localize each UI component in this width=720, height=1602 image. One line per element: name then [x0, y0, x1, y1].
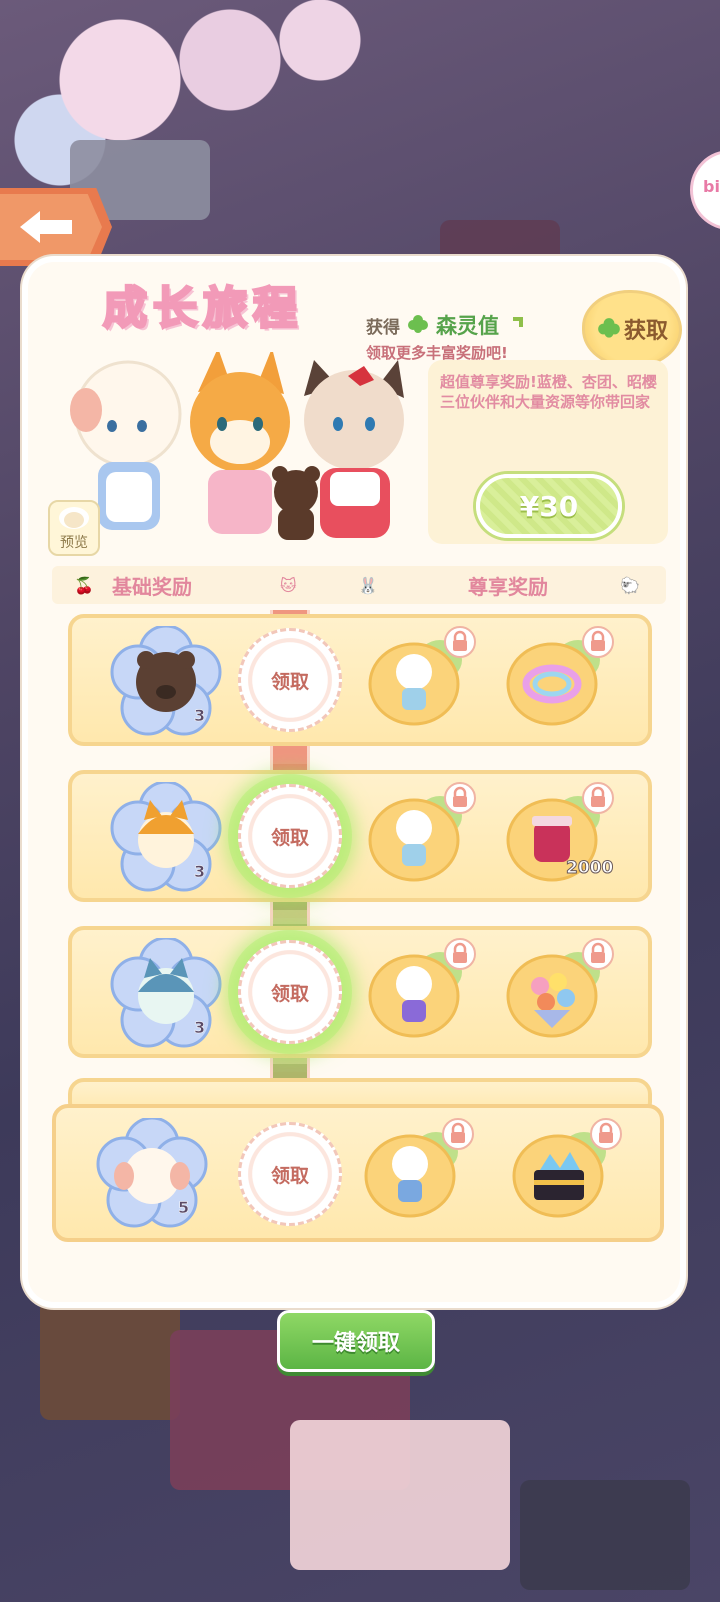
fox-character: [190, 352, 290, 534]
basic-reward-quantity: 3: [194, 1018, 206, 1038]
reward-row: 3 领取: [68, 614, 652, 746]
event-logo: 成长旅程: [102, 282, 303, 336]
hero-characters-illustration: [70, 352, 404, 540]
claim-button[interactable]: 领取: [238, 1122, 342, 1226]
lock-icon: [582, 626, 614, 658]
claim-button[interactable]: 领取: [238, 940, 342, 1044]
reward-row: 3 领取: [68, 926, 652, 1058]
bunny-face-icon: 🐰: [358, 575, 378, 595]
collect-all-button[interactable]: 一键领取: [277, 1310, 435, 1372]
lock-icon: [444, 626, 476, 658]
lock-icon: [582, 782, 614, 814]
lock-icon: [442, 1118, 474, 1150]
purchase-price-button[interactable]: ¥30: [476, 474, 622, 538]
tier-basic-label: 基础奖励: [112, 574, 192, 599]
flower-frame-icon: [110, 938, 222, 1048]
reward-row: 3 领取 2000: [68, 770, 652, 902]
back-arrow-icon: [20, 211, 72, 243]
cat-face-icon: 🐱: [280, 575, 297, 595]
cherry-icon: 🍒: [74, 575, 94, 595]
up-arrow-icon: [508, 317, 523, 332]
claim-button[interactable]: 领取: [238, 628, 342, 732]
tier-header: 🍒 基础奖励 🐱 🐰 尊享奖励 🐑: [52, 566, 666, 604]
tier-premium-label: 尊享奖励: [468, 574, 548, 599]
flower-frame-icon: [110, 626, 222, 736]
sheep-face-icon: 🐑: [620, 575, 640, 595]
earn-value-name: 森灵值: [436, 314, 499, 338]
premium-reward-count: 2000: [565, 858, 614, 879]
shop-building: [40, 1300, 180, 1420]
lock-icon: [582, 938, 614, 970]
description-text: 超值尊享奖励!蓝橙、杏团、昭樱三位伙伴和大量资源等你带回家: [440, 373, 657, 411]
lock-icon: [444, 782, 476, 814]
earn-prefix: 获得: [366, 317, 400, 338]
dark-roof: [520, 1480, 690, 1590]
get-value-button[interactable]: 获取: [582, 290, 682, 368]
lock-icon: [444, 938, 476, 970]
earn-row: 获得 森灵值: [366, 310, 525, 340]
clover-icon: [408, 315, 428, 333]
basic-reward-quantity: 3: [194, 862, 206, 882]
cake-stall: [290, 1420, 510, 1570]
teddy-bear-character: [272, 466, 320, 540]
clover-icon: [598, 318, 620, 338]
cat-character: [304, 360, 404, 538]
preview-button[interactable]: 预览: [48, 500, 100, 556]
get-button-label: 获取: [623, 319, 668, 344]
lock-icon: [590, 1118, 622, 1150]
flower-frame-icon: [96, 1118, 208, 1228]
claim-button[interactable]: 领取: [238, 784, 342, 888]
back-button[interactable]: [0, 188, 112, 266]
basic-reward-quantity: 5: [178, 1198, 190, 1218]
flower-frame-icon: [110, 782, 222, 892]
preview-label: 预览: [60, 535, 88, 551]
final-reward-row: 5 领取: [52, 1104, 664, 1242]
preview-sheep-icon: [59, 507, 89, 529]
basic-reward-quantity: 3: [194, 706, 206, 726]
